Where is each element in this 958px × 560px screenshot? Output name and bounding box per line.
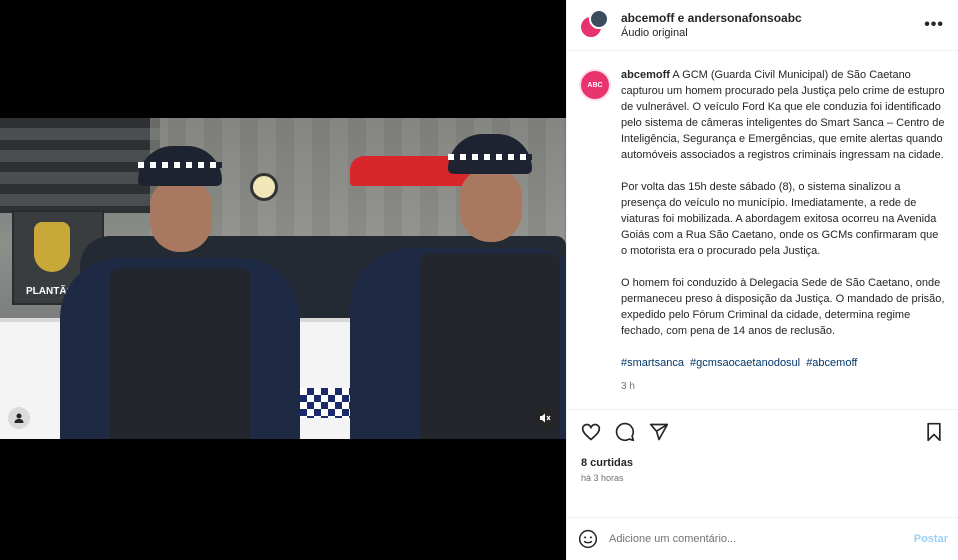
hashtag-link[interactable]: #gcmsaocaetanodosul [690, 357, 800, 369]
media-area: PLANTÃO [0, 0, 566, 560]
lamp [250, 173, 278, 201]
post-date[interactable]: há 3 horas [581, 471, 944, 485]
background-gate [0, 118, 160, 213]
post-header: abcemoff e andersonafonsoabc Áudio origi… [567, 0, 958, 51]
more-horizontal-icon[interactable]: ••• [924, 16, 944, 34]
add-comment-bar: Postar [567, 517, 958, 560]
caption-time: 3 h [621, 381, 635, 392]
hashtag-link[interactable]: #abcemoff [806, 357, 857, 369]
caption-paragraph-2: Por volta das 15h deste sábado (8), o si… [621, 181, 939, 257]
like-count[interactable]: 8 curtidas [581, 455, 944, 471]
caption-paragraph-3: O homem foi conduzido à Delegacia Sede d… [621, 277, 945, 337]
heart-icon[interactable] [579, 420, 603, 444]
police-badge-sign [34, 222, 70, 272]
likes-section: 8 curtidas há 3 horas [567, 453, 958, 517]
post-authors[interactable]: abcemoff e andersonafonsoabc [621, 10, 924, 26]
comment-icon[interactable] [613, 420, 637, 444]
speaker-muted-icon[interactable] [534, 407, 556, 429]
audio-label[interactable]: Áudio original [621, 26, 924, 41]
user-tag-icon[interactable] [8, 407, 30, 429]
caption-username[interactable]: abcemoff [621, 69, 670, 81]
collab-avatars[interactable] [579, 9, 611, 41]
caption-paragraph-1: abcemoff A GCM (Guarda Civil Municipal) … [621, 69, 945, 161]
caption-avatar[interactable]: ABC [579, 69, 611, 101]
comment-input[interactable] [609, 533, 914, 545]
post-button[interactable]: Postar [914, 533, 948, 545]
send-icon[interactable] [647, 420, 671, 444]
post-details-panel: abcemoff e andersonafonsoabc Áudio origi… [566, 0, 958, 560]
caption-area: ABC abcemoff A GCM (Guarda Civil Municip… [567, 51, 958, 409]
hashtag-link[interactable]: #smartsanca [621, 357, 684, 369]
hashtags: #smartsanca #gcmsaocaetanodosul #abcemof… [621, 355, 946, 371]
video-player[interactable]: PLANTÃO [0, 118, 566, 439]
action-bar [567, 409, 958, 453]
post-modal: PLANTÃO abcemoff e andersonafonsoabc Áud… [0, 0, 958, 560]
emoji-icon[interactable] [577, 528, 599, 550]
bookmark-icon[interactable] [922, 420, 946, 444]
